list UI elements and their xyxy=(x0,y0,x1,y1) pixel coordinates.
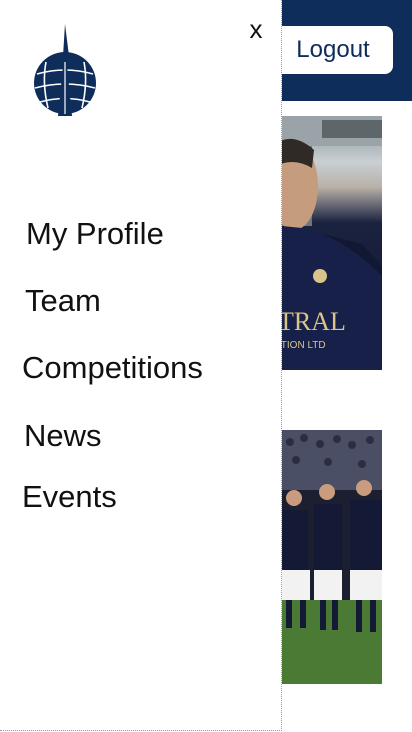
menu-item-events[interactable]: Events xyxy=(22,479,117,515)
svg-text:ITION LTD: ITION LTD xyxy=(282,340,326,351)
logout-button[interactable]: Logout xyxy=(273,26,393,74)
club-crest-icon xyxy=(34,24,96,116)
svg-text:TRAL: TRAL xyxy=(282,307,346,336)
player-photo-image: TRAL ITION LTD xyxy=(282,116,382,370)
menu-item-competitions[interactable]: Competitions xyxy=(22,350,203,386)
team-photo-image xyxy=(282,430,382,684)
player-photo[interactable]: TRAL ITION LTD xyxy=(282,116,382,370)
close-drawer-button[interactable]: x xyxy=(244,12,268,46)
menu-item-news[interactable]: News xyxy=(24,418,102,454)
team-photo[interactable] xyxy=(282,430,382,684)
menu-item-my-profile[interactable]: My Profile xyxy=(26,216,164,252)
menu-item-team[interactable]: Team xyxy=(25,283,101,319)
side-drawer: x My Profile Team Competitions News Even… xyxy=(0,0,282,731)
